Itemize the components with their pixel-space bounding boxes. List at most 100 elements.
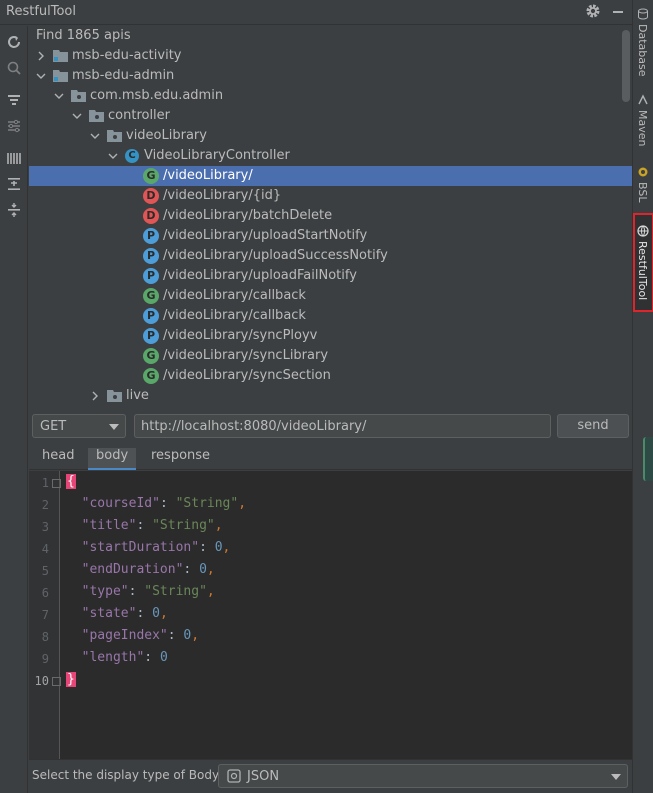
api-item[interactable]: P /videoLibrary/uploadFailNotify	[29, 266, 632, 286]
api-path: /videoLibrary/uploadFailNotify	[163, 268, 357, 283]
collapse-all-icon[interactable]	[6, 202, 22, 218]
line-number: 10	[34, 674, 49, 688]
chevron-down-icon[interactable]	[90, 131, 100, 141]
line-number: 6	[41, 586, 49, 600]
delete-method-icon: D	[143, 188, 159, 204]
line-gutter: 1 2 3 4 5 6 7 8 9 10	[29, 471, 61, 759]
body-type-select[interactable]: JSON	[218, 764, 628, 788]
tree-node-label: com.msb.edu.admin	[90, 88, 224, 103]
tab-response[interactable]: response	[151, 448, 210, 470]
search-icon[interactable]	[6, 60, 22, 76]
package-folder-icon	[107, 130, 122, 142]
get-method-icon: G	[143, 368, 159, 384]
request-tabs: head body response	[29, 444, 632, 470]
tab-body[interactable]: body	[88, 448, 137, 470]
send-button[interactable]: send	[557, 414, 629, 438]
chevron-down-icon[interactable]	[36, 71, 46, 81]
tree-node-controller-class[interactable]: C VideoLibraryController	[29, 146, 632, 166]
line-number: 5	[41, 564, 49, 578]
settings-sliders-icon[interactable]	[6, 118, 22, 134]
get-method-icon: G	[143, 288, 159, 304]
expand-all-icon[interactable]	[6, 176, 22, 192]
tree-header: Find 1865 apis	[36, 28, 131, 43]
api-item[interactable]: G /videoLibrary/syncLibrary	[29, 346, 632, 366]
chevron-right-icon[interactable]	[36, 51, 46, 61]
chevron-down-icon	[109, 424, 119, 430]
post-method-icon: P	[143, 248, 159, 264]
api-path: /videoLibrary/	[163, 168, 253, 183]
api-path: /videoLibrary/syncSection	[163, 368, 331, 383]
chevron-down-icon[interactable]	[72, 111, 82, 121]
tool-tab-database[interactable]: Database	[633, 0, 653, 80]
api-path: /videoLibrary/batchDelete	[163, 208, 333, 223]
code-line: "startDuration": 0,	[81, 540, 231, 555]
module-folder-icon	[53, 70, 68, 82]
body-type-label: Select the display type of Body:	[32, 768, 223, 782]
maven-icon	[638, 94, 648, 105]
tool-tab-label: Maven	[636, 110, 649, 147]
class-icon: C	[125, 149, 139, 163]
tool-tab-maven[interactable]: Maven	[633, 92, 653, 154]
api-item[interactable]: P /videoLibrary/callback	[29, 306, 632, 326]
minimize-icon[interactable]	[610, 3, 626, 19]
api-item[interactable]: D /videoLibrary/{id}	[29, 186, 632, 206]
delete-method-icon: D	[143, 208, 159, 224]
body-editor[interactable]: 1 2 3 4 5 6 7 8 9 10 { "courseId": "Stri…	[29, 471, 632, 759]
chevron-down-icon[interactable]	[108, 151, 118, 161]
code-line: "pageIndex": 0,	[81, 628, 200, 643]
api-item[interactable]: G /videoLibrary/syncSection	[29, 366, 632, 386]
chevron-down-icon[interactable]	[54, 91, 64, 101]
api-item[interactable]: G /videoLibrary/	[29, 166, 632, 186]
chevron-right-icon[interactable]	[90, 391, 100, 401]
api-tree[interactable]: Find 1865 apis msb-edu-activity msb-edu-…	[29, 26, 632, 408]
fold-icon[interactable]	[52, 479, 61, 488]
body-type-value: JSON	[247, 769, 280, 784]
api-path: /videoLibrary/{id}	[163, 188, 282, 203]
bsl-icon	[638, 167, 648, 177]
refresh-icon[interactable]	[6, 34, 22, 50]
http-method-select[interactable]: GET	[32, 414, 126, 438]
tree-node-label: live	[126, 388, 149, 403]
group-by-icon[interactable]	[6, 150, 22, 166]
api-path: /videoLibrary/uploadStartNotify	[163, 228, 368, 243]
close-brace: }	[66, 672, 76, 687]
open-brace: {	[66, 474, 76, 489]
tool-tab-bsl[interactable]: BSL	[633, 162, 653, 212]
api-item[interactable]: G /videoLibrary/callback	[29, 286, 632, 306]
tree-node-label: msb-edu-activity	[72, 48, 182, 63]
body-type-bar: Select the display type of Body: JSON	[29, 759, 632, 793]
tree-node-live[interactable]: live	[29, 386, 632, 406]
code-line: "length": 0	[81, 650, 168, 665]
tree-node-controller[interactable]: controller	[29, 106, 632, 126]
tree-node-msb-edu-activity[interactable]: msb-edu-activity	[29, 46, 632, 66]
line-number: 9	[41, 652, 49, 666]
api-item[interactable]: P /videoLibrary/uploadSuccessNotify	[29, 246, 632, 266]
get-method-icon: G	[143, 168, 159, 184]
tree-node-msb-edu-admin[interactable]: msb-edu-admin	[29, 66, 632, 86]
tab-head[interactable]: head	[42, 448, 74, 470]
database-icon	[638, 8, 648, 20]
window-title: RestfulTool	[6, 4, 76, 19]
url-input[interactable]	[134, 414, 551, 438]
tool-tab-restfultool[interactable]: RestfulTool	[633, 213, 653, 312]
tree-node-videolibrary[interactable]: videoLibrary	[29, 126, 632, 146]
line-number: 1	[41, 476, 49, 490]
gear-icon[interactable]	[585, 3, 601, 19]
tree-node-label: controller	[108, 108, 171, 123]
chevron-down-icon	[611, 774, 621, 780]
api-item[interactable]: P /videoLibrary/syncPloyv	[29, 326, 632, 346]
api-item[interactable]: P /videoLibrary/uploadStartNotify	[29, 226, 632, 246]
post-method-icon: P	[143, 268, 159, 284]
filter-icon[interactable]	[6, 92, 22, 108]
api-path: /videoLibrary/uploadSuccessNotify	[163, 248, 388, 263]
json-file-icon	[227, 769, 241, 783]
fold-icon[interactable]	[52, 677, 61, 686]
post-method-icon: P	[143, 308, 159, 324]
api-item[interactable]: D /videoLibrary/batchDelete	[29, 206, 632, 226]
line-number: 4	[41, 542, 49, 556]
api-path: /videoLibrary/syncLibrary	[163, 348, 329, 363]
code-line: "type": "String",	[81, 584, 215, 599]
tree-node-package[interactable]: com.msb.edu.admin	[29, 86, 632, 106]
get-method-icon: G	[143, 348, 159, 364]
tree-scrollbar[interactable]	[622, 30, 630, 102]
